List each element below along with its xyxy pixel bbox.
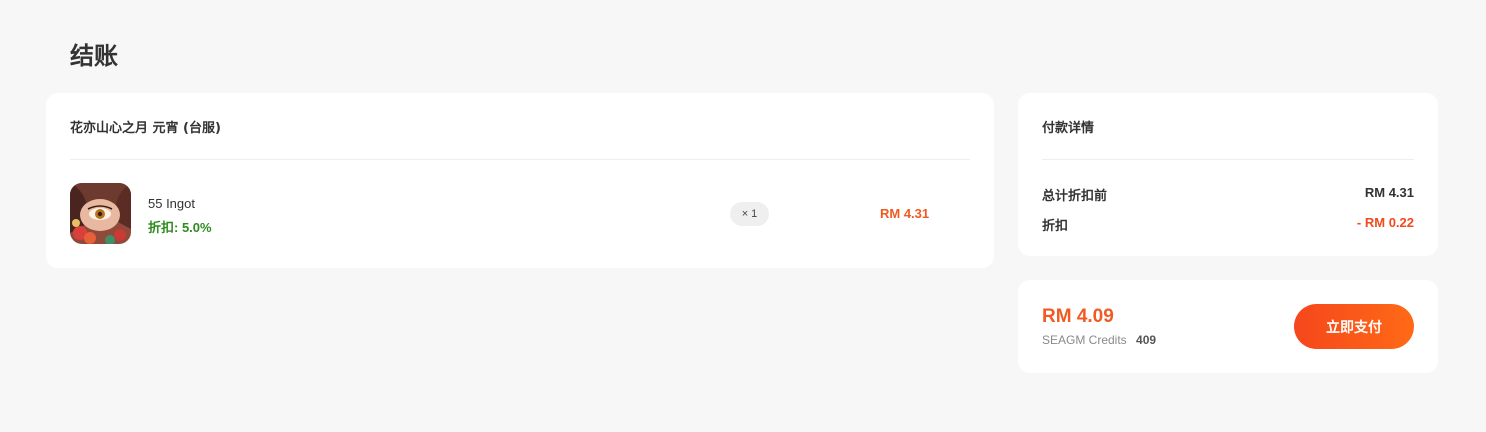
credits-value: 409 <box>1136 333 1157 347</box>
credits-label: SEAGM Credits <box>1042 333 1127 347</box>
credits-line: SEAGM Credits 409 <box>1042 333 1156 347</box>
product-discount: 折扣: 5.0% <box>148 220 212 235</box>
product-name: 55 Ingot <box>148 196 195 211</box>
quantity-badge: × 1 <box>730 202 769 226</box>
divider <box>70 159 970 160</box>
game-artwork-icon <box>70 183 131 244</box>
divider <box>1042 159 1414 160</box>
payment-details-title: 付款详情 <box>1042 121 1095 136</box>
product-title: 花亦山心之月 元宵 (台服) <box>70 121 221 136</box>
product-thumbnail <box>70 183 131 244</box>
subtotal-label: 总计折扣前 <box>1042 189 1108 204</box>
pay-card: RM 4.09 SEAGM Credits 409 立即支付 <box>1018 280 1438 373</box>
discount-value: - RM 0.22 <box>1356 215 1414 230</box>
subtotal-value: RM 4.31 <box>1364 185 1414 200</box>
product-price: RM 4.31 <box>880 206 930 221</box>
pay-now-button[interactable]: 立即支付 <box>1294 304 1414 349</box>
payment-details-card: 付款详情 总计折扣前 RM 4.31 折扣 - RM 0.22 <box>1018 93 1438 256</box>
discount-label: 折扣 <box>1042 219 1069 234</box>
total-amount: RM 4.09 <box>1042 306 1114 327</box>
page-title: 结账 <box>70 42 118 70</box>
order-card: 花亦山心之月 元宵 (台服) 55 Ingot 折扣: 5.0% × 1 RM … <box>46 93 994 268</box>
